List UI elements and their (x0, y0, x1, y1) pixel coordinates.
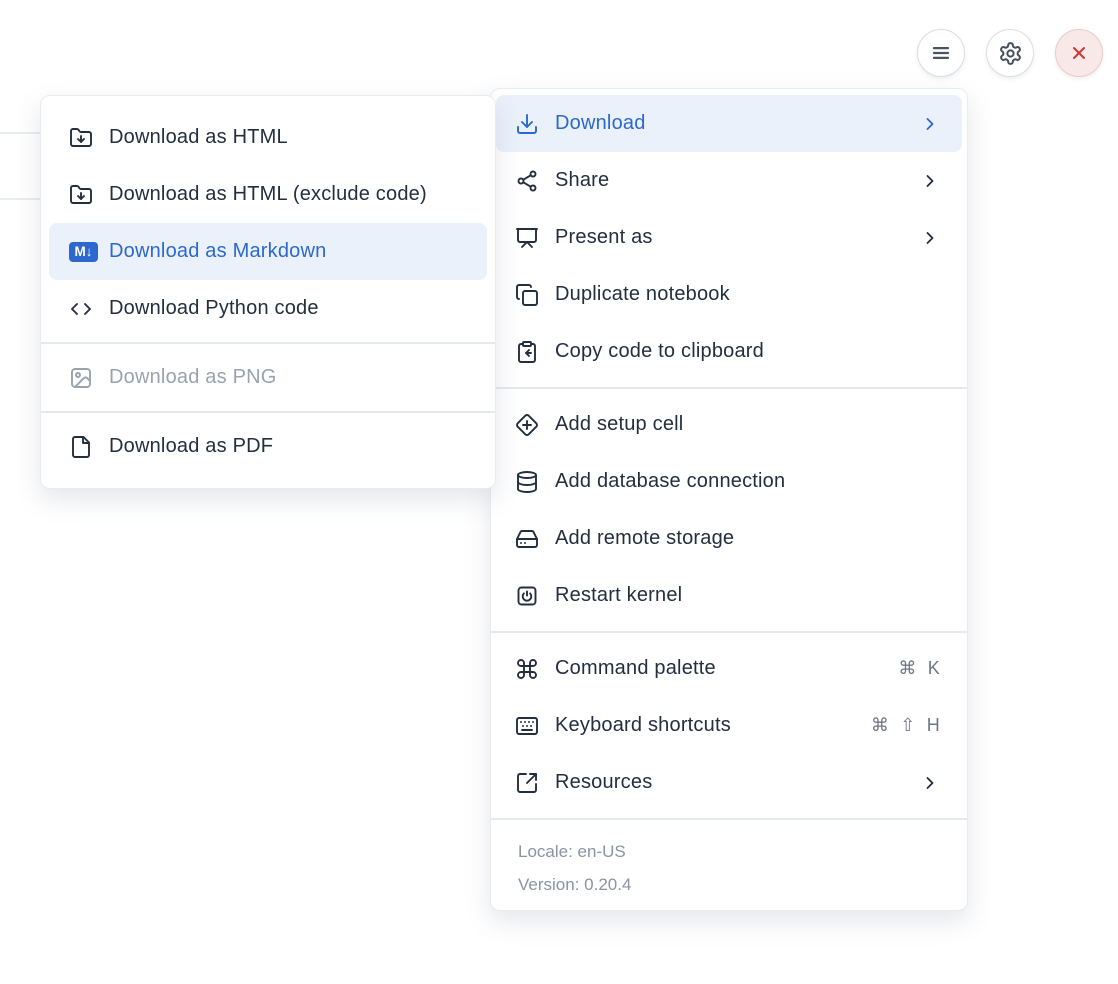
external-link-icon (515, 771, 539, 795)
menu-item-command-palette[interactable]: Command palette ⌘ K (496, 640, 962, 697)
hamburger-icon (928, 40, 954, 66)
menu-item-add-remote-storage[interactable]: Add remote storage (496, 510, 962, 567)
menu-item-label: Copy code to clipboard (555, 340, 940, 363)
chevron-right-icon (920, 114, 940, 134)
presentation-icon (515, 226, 539, 250)
image-icon (69, 366, 93, 390)
menu-item-resources[interactable]: Resources (496, 754, 962, 811)
clipboard-copy-icon (515, 340, 539, 364)
menu-item-copy-code-to-clipboard[interactable]: Copy code to clipboard (496, 323, 962, 380)
menu-separator (491, 631, 967, 633)
shortcut-hint: ⌘ K (898, 658, 940, 679)
close-icon (1067, 41, 1091, 65)
chevron-right-icon (920, 773, 940, 793)
menu-item-label: Present as (555, 226, 908, 249)
menu-item-download-as-html[interactable]: Download as HTML (49, 109, 487, 166)
menu-item-label: Share (555, 169, 908, 192)
background-table-line (0, 132, 44, 134)
diamond-plus-icon (515, 413, 539, 437)
menu-item-download-as-pdf[interactable]: Download as PDF (49, 418, 487, 475)
menu-item-label: Download as Markdown (109, 240, 475, 263)
menu-item-share[interactable]: Share (496, 152, 962, 209)
menu-item-label: Command palette (555, 657, 886, 680)
folder-download-icon (69, 183, 93, 207)
menu-item-download-python-code[interactable]: Download Python code (49, 280, 487, 337)
settings-button[interactable] (986, 29, 1034, 77)
menu-item-label: Download as PDF (109, 435, 475, 458)
menu-item-download-as-png[interactable]: Download as PNG (49, 349, 487, 406)
menu-item-label: Keyboard shortcuts (555, 714, 859, 737)
menu-item-label: Add database connection (555, 470, 940, 493)
download-submenu: Download as HTML Download as HTML (exclu… (40, 95, 496, 489)
file-icon (69, 435, 93, 459)
menu-separator (491, 387, 967, 389)
hard-drive-icon (515, 527, 539, 551)
menu-item-present-as[interactable]: Present as (496, 209, 962, 266)
shortcut-hint: ⌘ ⇧ H (871, 715, 940, 736)
menu-separator (491, 818, 967, 820)
version-text: Version: 0.20.4 (518, 872, 950, 897)
menu-item-label: Download as HTML (109, 126, 475, 149)
menu-item-label: Download as PNG (109, 366, 475, 389)
command-icon (515, 657, 539, 681)
menu-item-label: Resources (555, 771, 908, 794)
keyboard-icon (515, 714, 539, 738)
download-icon (515, 112, 539, 136)
menu-item-label: Add remote storage (555, 527, 940, 550)
menu-item-label: Add setup cell (555, 413, 940, 436)
menu-footer: Locale: en-US Version: 0.20.4 (496, 827, 962, 910)
menu-item-duplicate-notebook[interactable]: Duplicate notebook (496, 266, 962, 323)
chevron-right-icon (920, 228, 940, 248)
menu-item-download-as-html-exclude-code[interactable]: Download as HTML (exclude code) (49, 166, 487, 223)
menu-item-add-database-connection[interactable]: Add database connection (496, 453, 962, 510)
database-icon (515, 470, 539, 494)
background-table-line (0, 198, 44, 200)
share-icon (515, 169, 539, 193)
notebook-menu-button[interactable] (917, 29, 965, 77)
menu-item-restart-kernel[interactable]: Restart kernel (496, 567, 962, 624)
menu-item-add-setup-cell[interactable]: Add setup cell (496, 396, 962, 453)
menu-separator (41, 411, 495, 413)
menu-item-download-as-markdown[interactable]: M↓ Download as Markdown (49, 223, 487, 280)
menu-separator (41, 342, 495, 344)
gear-icon (998, 41, 1023, 66)
menu-item-label: Download (555, 112, 908, 135)
chevron-right-icon (920, 171, 940, 191)
menu-item-download[interactable]: Download (496, 95, 962, 152)
menu-item-label: Download Python code (109, 297, 475, 320)
notebook-actions-menu: Download Share Present as Duplicate note… (490, 88, 968, 911)
code-icon (69, 297, 93, 321)
power-square-icon (515, 584, 539, 608)
markdown-icon: M↓ (69, 242, 98, 262)
duplicate-pages-icon (515, 283, 539, 307)
menu-item-keyboard-shortcuts[interactable]: Keyboard shortcuts ⌘ ⇧ H (496, 697, 962, 754)
menu-item-label: Download as HTML (exclude code) (109, 183, 475, 206)
menu-item-label: Restart kernel (555, 584, 940, 607)
menu-item-label: Duplicate notebook (555, 283, 940, 306)
folder-download-icon (69, 126, 93, 150)
locale-text: Locale: en-US (518, 839, 950, 864)
close-button[interactable] (1055, 29, 1103, 77)
